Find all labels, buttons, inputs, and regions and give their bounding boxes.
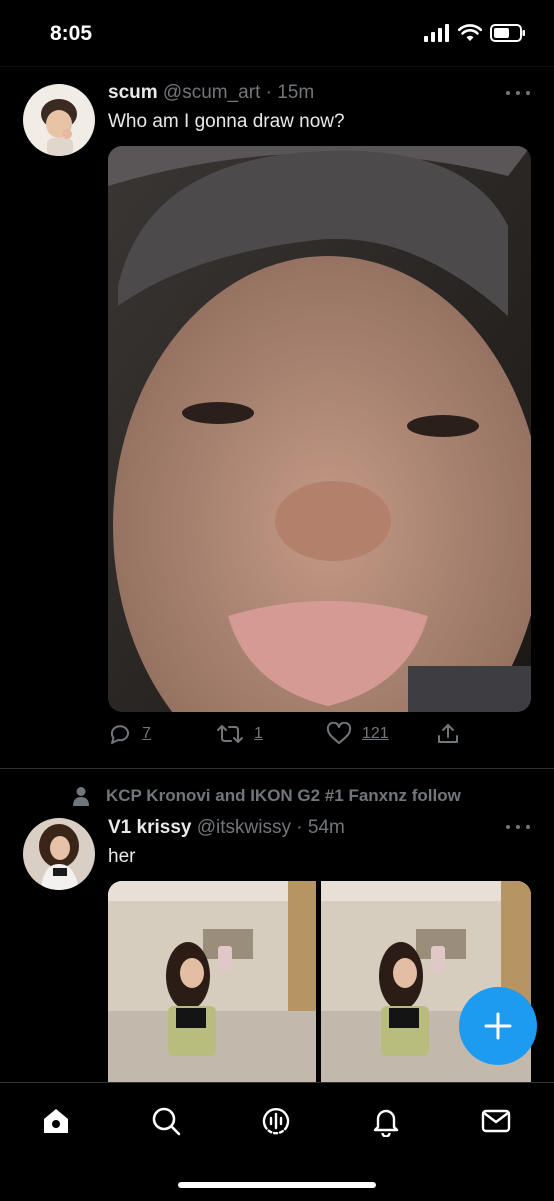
like-count: 121 [362,725,389,742]
display-name[interactable]: scum [108,82,158,103]
more-options-icon[interactable] [506,88,530,98]
user-handle[interactable]: @itskwissy [197,817,291,838]
home-icon [44,1109,68,1133]
spaces-icon [262,1108,290,1135]
bell-icon [373,1109,399,1137]
plus-icon [484,1012,512,1040]
nav-messages[interactable] [476,1101,516,1141]
like-button[interactable]: 121 [326,722,389,746]
tweet-text: Who am I gonna draw now? [108,111,345,132]
search-icon [152,1107,181,1136]
tweet-photo[interactable] [108,881,316,1101]
mail-icon [481,1109,511,1133]
tweet-text: her [108,846,136,867]
tweet-header: scum @scum_art · 15m [108,82,314,104]
social-context[interactable]: KCP Kronovi and IKON G2 #1 Fanxnz follow [72,786,461,806]
separator-dot: · [296,817,303,838]
avatar[interactable] [23,84,95,156]
home-indicator [178,1182,376,1188]
person-icon [73,787,89,806]
tweet-time[interactable]: 54m [308,817,345,838]
reply-icon [110,725,129,744]
avatar[interactable] [23,818,95,890]
display-name[interactable]: V1 krissy [108,817,191,838]
reply-button[interactable]: 7 [108,722,151,746]
share-icon [438,724,458,743]
social-context-text: KCP Kronovi and IKON G2 #1 Fanxnz follow [106,786,461,805]
tweet-photo[interactable] [108,146,531,712]
separator-dot: · [265,82,272,103]
nav-search[interactable] [146,1101,186,1141]
retweet-icon [217,725,243,743]
tweet-time[interactable]: 15m [277,82,314,103]
compose-tweet-button[interactable] [459,987,537,1065]
nav-notifications[interactable] [366,1101,406,1141]
tweet-header: V1 krissy @itskwissy · 54m [108,817,345,839]
more-options-icon[interactable] [506,822,530,832]
user-handle[interactable]: @scum_art [163,82,260,103]
retweet-count: 1 [254,725,263,742]
retweet-button[interactable]: 1 [216,722,263,746]
share-button[interactable] [436,722,460,746]
heart-icon [326,722,352,744]
reply-count: 7 [142,725,151,742]
nav-home[interactable] [36,1101,76,1141]
tweet-card[interactable]: scum @scum_art · 15m Who am I gonna draw… [0,0,554,768]
tweet-actions: 7 1 121 [108,722,468,752]
nav-spaces[interactable] [256,1101,296,1141]
